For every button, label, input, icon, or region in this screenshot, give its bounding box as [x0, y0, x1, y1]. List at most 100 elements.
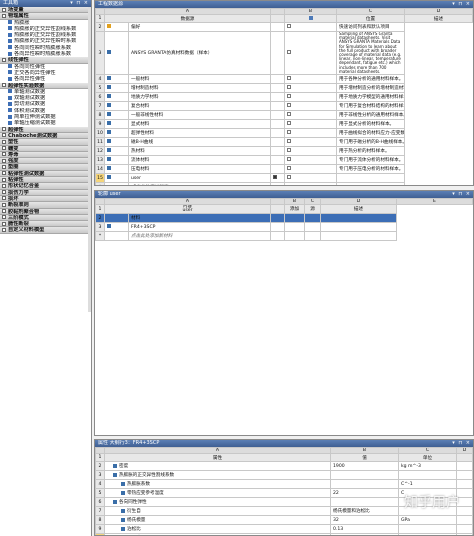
edit-cell[interactable]	[270, 137, 285, 148]
table-row[interactable]: 9 泊松比 0.13	[95, 524, 473, 534]
table-row[interactable]: 13 流体材料 专门用于流体分析的材料样本。	[95, 155, 473, 166]
expand-icon[interactable]	[2, 13, 6, 18]
property-unit[interactable]	[398, 470, 457, 480]
location-checkbox[interactable]	[287, 103, 291, 108]
expand-icon[interactable]	[2, 183, 6, 188]
location-checkbox[interactable]	[287, 24, 291, 29]
property-value[interactable]	[330, 497, 399, 507]
edit-cell[interactable]	[270, 22, 285, 32]
property-value[interactable]: 1900	[330, 461, 399, 471]
edit-cell[interactable]	[270, 110, 285, 121]
property-value[interactable]	[330, 470, 399, 480]
table-row[interactable]: 2 偏好 快速访问列表和默认项目	[95, 22, 473, 32]
edit-cell[interactable]	[270, 92, 285, 103]
location-checkbox[interactable]	[287, 139, 291, 144]
edit-cell[interactable]	[270, 128, 285, 139]
location-checkbox[interactable]	[287, 157, 291, 162]
table-row[interactable]: 2 密度 1900 kg m^-3	[95, 461, 473, 471]
property-name[interactable]: 热膨胀系数	[104, 479, 331, 489]
table-row[interactable]: 1 属性值单位	[95, 453, 473, 462]
location-cell[interactable]	[284, 110, 337, 121]
table-row[interactable]: 1 数据源 位置 描述	[95, 14, 473, 23]
expand-icon[interactable]	[2, 152, 6, 157]
location-cell[interactable]	[284, 164, 337, 175]
property-name[interactable]: 杨氏模量	[104, 515, 331, 525]
properties-window-controls[interactable]: ▾ ⊓ ×	[452, 440, 471, 447]
location-checkbox[interactable]	[287, 121, 291, 126]
location-cell[interactable]	[284, 22, 337, 32]
location-cell[interactable]	[284, 83, 337, 94]
edit-cell[interactable]	[270, 74, 285, 85]
table-row[interactable]: 6 地质力学材料 用于地质力学模型的通用材料样本。	[95, 92, 473, 103]
expand-icon[interactable]	[2, 215, 6, 220]
expand-icon[interactable]	[2, 202, 6, 207]
location-cell[interactable]	[284, 119, 337, 130]
expand-icon[interactable]	[2, 196, 6, 201]
location-checkbox[interactable]	[287, 130, 291, 135]
property-name[interactable]: 各向同性弹性	[104, 497, 331, 507]
library-name[interactable]: 点击此处添加新库	[128, 182, 271, 185]
location-cell[interactable]	[284, 155, 337, 166]
expand-icon[interactable]	[2, 139, 6, 144]
property-name[interactable]: 衍生自	[104, 506, 331, 516]
outline-name[interactable]: 点击此处添加新材料	[128, 231, 271, 241]
table-row[interactable]: * 点击此处添加新库	[95, 182, 473, 185]
expand-icon[interactable]	[2, 177, 6, 182]
location-checkbox[interactable]	[287, 175, 291, 180]
location-checkbox[interactable]	[287, 50, 291, 55]
edit-cell[interactable]	[270, 213, 285, 223]
edit-cell[interactable]	[270, 119, 285, 130]
location-cell[interactable]	[284, 146, 337, 157]
location-cell[interactable]	[284, 30, 337, 76]
location-cell[interactable]	[284, 101, 337, 112]
edit-cell[interactable]	[270, 30, 285, 76]
location-cell[interactable]	[284, 128, 337, 139]
location-cell[interactable]	[284, 92, 337, 103]
toolbox-window-controls[interactable]: ▾ ⊓ ×	[70, 0, 89, 7]
expand-icon[interactable]	[2, 209, 6, 213]
outline-window-controls[interactable]: ▾ ⊓ ×	[452, 191, 471, 198]
add-cell[interactable]	[284, 213, 305, 223]
location-checkbox[interactable]	[287, 76, 291, 81]
table-row[interactable]: * 点击此处添加新材料	[95, 231, 473, 241]
property-unit[interactable]: C^-1	[398, 479, 457, 489]
table-row[interactable]: 3 FR4+3SCP	[95, 222, 473, 232]
edit-cell[interactable]	[270, 231, 285, 241]
table-row[interactable]: 5 增材制造材料 用于增材制造分析的增材制造材料样本。	[95, 83, 473, 94]
edit-cell[interactable]	[270, 222, 285, 232]
table-row[interactable]: 8 杨氏模量 32 GPa	[95, 515, 473, 525]
expand-icon[interactable]	[2, 171, 6, 176]
expand-icon[interactable]	[2, 83, 6, 88]
property-unit[interactable]: GPa	[398, 515, 457, 525]
expand-icon[interactable]	[2, 158, 6, 163]
table-row[interactable]: 4 一般材料 用于各种分析的通用材料样本。	[95, 74, 473, 85]
location-cell[interactable]	[284, 137, 337, 148]
location-checkbox[interactable]	[287, 85, 291, 90]
toolbox-category[interactable]: 自定义材料模型	[0, 227, 91, 234]
expand-icon[interactable]	[2, 146, 6, 151]
property-value[interactable]	[330, 479, 399, 489]
table-row[interactable]: 9 显式材料 用于显式分析的材料样本。	[95, 119, 473, 130]
edit-checkbox[interactable]	[273, 175, 277, 180]
location-cell[interactable]	[284, 182, 337, 185]
expand-icon[interactable]	[2, 7, 6, 12]
table-row[interactable]: 11 磁B-H曲线 专门用于磁分析的B-H曲线样本。	[95, 137, 473, 148]
edit-cell[interactable]	[270, 182, 285, 185]
location-checkbox[interactable]	[287, 166, 291, 171]
expand-icon[interactable]	[2, 190, 6, 195]
outline-name[interactable]: 材料	[128, 213, 271, 223]
expand-icon[interactable]	[2, 57, 6, 62]
expand-icon[interactable]	[2, 133, 6, 138]
table-row[interactable]: 4 热膨胀系数 C^-1	[95, 479, 473, 489]
property-value[interactable]: 32	[330, 515, 399, 525]
table-row[interactable]: 3 热膨胀的正交异性割线系数	[95, 470, 473, 480]
location-checkbox[interactable]	[287, 94, 291, 99]
property-value[interactable]: 0.13	[330, 524, 399, 534]
property-name[interactable]: 热膨胀的正交异性割线系数	[104, 470, 331, 480]
table-row[interactable]: 14 压电材料 专门用于压电分析的材料样本。	[95, 164, 473, 175]
location-checkbox[interactable]	[287, 112, 291, 117]
property-value[interactable]: 杨氏模量和泊松比	[330, 506, 399, 516]
table-row[interactable]: 2 材料	[95, 213, 473, 223]
table-row[interactable]: 12 热材料 用于热分析的材料样本。	[95, 146, 473, 157]
property-name[interactable]: 密度	[104, 461, 331, 471]
